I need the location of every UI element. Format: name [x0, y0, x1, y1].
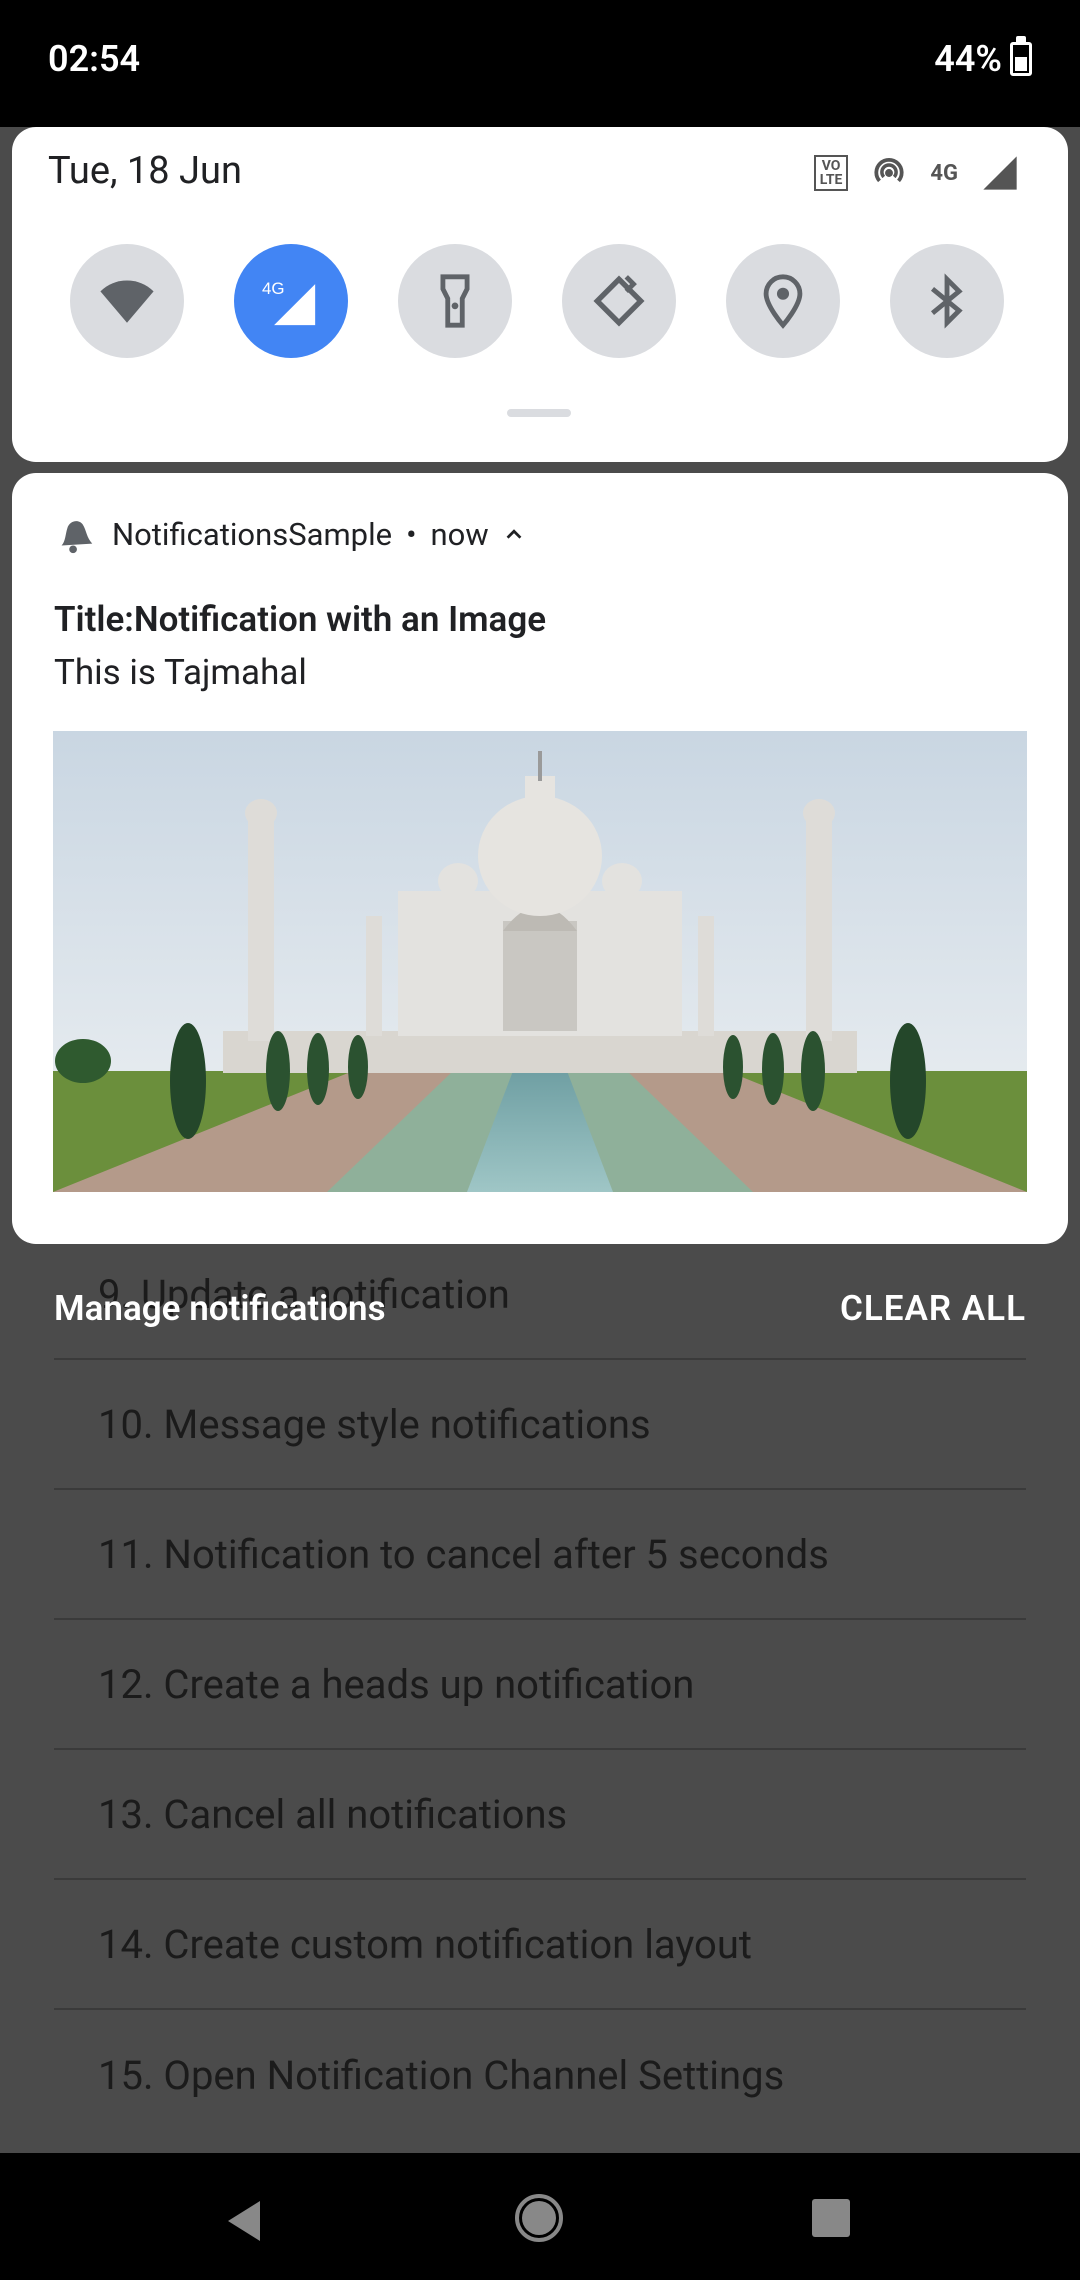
notification-time: now [430, 515, 489, 553]
mobile-data-icon: 4G [262, 279, 316, 326]
clear-all-button[interactable]: CLEAR ALL [840, 1288, 1026, 1329]
bluetooth-tile[interactable] [890, 244, 1004, 358]
svg-text:4G: 4G [262, 279, 285, 298]
list-item[interactable]: 12. Create a heads up notification [54, 1620, 1026, 1750]
battery-icon [1010, 36, 1032, 76]
taj-mahal-image [53, 731, 1027, 1192]
home-icon [522, 2201, 556, 2235]
list-item[interactable]: 11. Notification to cancel after 5 secon… [54, 1490, 1026, 1620]
auto-rotate-icon [593, 275, 645, 327]
status-right: 44% [934, 36, 1032, 80]
chevron-up-icon[interactable] [503, 523, 525, 545]
quick-settings-tiles: 4G [70, 244, 1004, 358]
network-type-label: 4G [930, 160, 958, 186]
status-bar: 02:54 44% [0, 0, 1080, 127]
manage-notifications-button[interactable]: Manage notifications [54, 1288, 386, 1329]
signal-icon [983, 156, 1017, 190]
notification-text: This is Tajmahal [54, 652, 307, 693]
list-item[interactable]: 13. Cancel all notifications [54, 1750, 1026, 1880]
wifi-icon [100, 280, 154, 323]
flashlight-tile[interactable] [398, 244, 512, 358]
date: Tue, 18 Jun [48, 149, 242, 193]
list-item-label: 10. Message style notifications [98, 1400, 651, 1448]
location-tile[interactable] [726, 244, 840, 358]
list-item-label: 14. Create custom notification layout [98, 1920, 752, 1968]
bell-icon [61, 521, 93, 554]
list-item[interactable]: 15. Open Notification Channel Settings [54, 2010, 1026, 2140]
notification-card[interactable]: NotificationsSample • now Title:Notifica… [12, 473, 1068, 1244]
list-item[interactable]: 14. Create custom notification layout [54, 1880, 1026, 2010]
bluetooth-icon [930, 273, 963, 329]
list-item-label: 15. Open Notification Channel Settings [98, 2051, 785, 2099]
volte-icon: VO LTE [813, 155, 849, 191]
back-icon[interactable] [224, 2199, 264, 2243]
notification-header: NotificationsSample • now [52, 511, 525, 557]
app-name: NotificationsSample [112, 515, 393, 553]
list-item-label: 11. Notification to cancel after 5 secon… [98, 1530, 829, 1578]
status-icons: VO LTE 4G [813, 153, 1020, 193]
list-item[interactable]: 10. Message style notifications [54, 1360, 1026, 1490]
clock: 02:54 [48, 38, 141, 80]
separator: • [406, 515, 417, 553]
notification-title: Title:Notification with an Image [54, 599, 547, 640]
battery-percent: 44% [934, 38, 1002, 80]
list-item-label: 12. Create a heads up notification [98, 1660, 695, 1708]
background-list: 10. Message style notifications 11. Noti… [54, 1360, 1026, 2140]
location-icon [763, 274, 803, 329]
auto-rotate-tile[interactable] [562, 244, 676, 358]
drag-handle[interactable] [507, 409, 571, 417]
navigation-bar [0, 2153, 1080, 2280]
recents-button[interactable] [812, 2199, 850, 2237]
flashlight-icon [440, 274, 470, 328]
list-item-label: 13. Cancel all notifications [98, 1790, 568, 1838]
wifi-tile[interactable] [70, 244, 184, 358]
home-button[interactable] [515, 2194, 563, 2242]
quick-settings-panel: Tue, 18 Jun VO LTE 4G 4G [12, 127, 1068, 462]
mobile-data-tile[interactable]: 4G [234, 244, 348, 358]
hotspot-icon [874, 157, 904, 183]
